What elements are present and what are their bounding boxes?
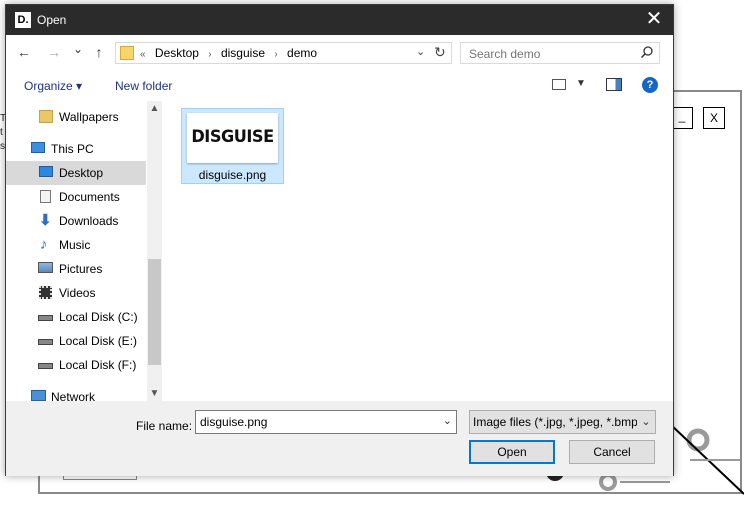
close-button[interactable]: ✕ xyxy=(643,8,665,30)
sidebar-item-local-disk-c[interactable]: Local Disk (C:) xyxy=(6,305,146,329)
search-icon[interactable] xyxy=(640,46,653,61)
folder-icon xyxy=(39,110,53,123)
chevron-right-icon[interactable]: › xyxy=(208,49,211,60)
sidebar-item-desktop[interactable]: Desktop xyxy=(6,161,146,185)
address-bar[interactable]: « Desktop › disguise › demo ⌄ ↻ xyxy=(115,42,452,64)
file-item[interactable]: DISGUISE disguise.png xyxy=(181,108,284,184)
sidebar-item-label: Local Disk (F:) xyxy=(59,358,137,372)
disguise-logo: DISGUISE xyxy=(191,127,274,147)
file-thumbnail: DISGUISE xyxy=(187,113,278,163)
dialog-footer: File name: ⌄ Image files (*.jpg, *.jpeg,… xyxy=(6,401,673,476)
open-file-dialog: D. Open ✕ ← → ⌄ ↑ « Desktop › disguise ›… xyxy=(5,4,674,476)
search-input[interactable] xyxy=(467,46,641,62)
help-icon[interactable]: ? xyxy=(642,77,658,93)
sidebar-item-label: Network xyxy=(51,390,96,401)
breadcrumb-disguise[interactable]: disguise xyxy=(221,46,265,60)
downloads-icon: ⬇ xyxy=(39,212,52,229)
chevron-right-icon[interactable]: › xyxy=(274,49,277,60)
command-toolbar: Organize ▾ New folder ▼ ? xyxy=(6,71,673,101)
sidebar-item-wallpapers[interactable]: Wallpapers xyxy=(6,105,146,129)
sidebar-item-music[interactable]: ♪ Music xyxy=(6,233,146,257)
sidebar-item-videos[interactable]: Videos xyxy=(6,281,146,305)
drive-icon xyxy=(38,315,53,321)
sidebar-item-network[interactable]: Network xyxy=(6,385,146,401)
breadcrumb-desktop[interactable]: Desktop xyxy=(155,46,199,60)
search-box[interactable] xyxy=(460,42,660,64)
drive-icon xyxy=(38,363,53,369)
sidebar-item-label: Pictures xyxy=(59,262,103,276)
preview-pane-icon[interactable] xyxy=(606,78,622,91)
file-name-input[interactable] xyxy=(200,415,430,429)
navigation-pane: Wallpapers This PC Desktop Documents ⬇ D… xyxy=(6,101,162,401)
open-button[interactable]: Open xyxy=(469,440,555,464)
file-name-label: File name: xyxy=(136,419,193,433)
sidebar-item-documents[interactable]: Documents xyxy=(6,185,146,209)
file-type-filter-text: Image files (*.jpg, *.jpeg, *.bmp xyxy=(473,415,638,429)
organize-menu[interactable]: Organize ▾ xyxy=(24,79,82,93)
sidebar-item-label: This PC xyxy=(51,142,94,156)
file-list-pane: DISGUISE disguise.png xyxy=(164,101,673,401)
breadcrumb: « Desktop › disguise › demo xyxy=(140,46,323,60)
scroll-thumb[interactable] xyxy=(148,259,161,365)
up-button[interactable]: ↑ xyxy=(91,44,107,60)
computer-icon xyxy=(31,142,45,153)
drive-icon xyxy=(38,339,53,345)
chevron-down-icon[interactable]: ⌄ xyxy=(637,411,655,433)
scroll-up-icon[interactable]: ▲ xyxy=(147,103,162,114)
view-options-icon[interactable] xyxy=(552,79,566,90)
navigation-scrollbar[interactable]: ▲ ▼ xyxy=(147,101,162,401)
file-name-label: disguise.png xyxy=(198,168,267,182)
background-minimize-button[interactable]: _ xyxy=(671,107,693,129)
sidebar-item-label: Desktop xyxy=(59,166,104,180)
network-icon xyxy=(31,390,46,401)
sidebar-item-label: Music xyxy=(59,238,91,252)
chevron-down-icon[interactable]: ⌄ xyxy=(443,414,452,427)
videos-icon xyxy=(39,286,52,299)
sidebar-item-downloads[interactable]: ⬇ Downloads xyxy=(6,209,146,233)
music-icon: ♪ xyxy=(40,236,48,253)
sidebar-item-label: Documents xyxy=(59,190,120,204)
navigation-bar: ← → ⌄ ↑ « Desktop › disguise › demo ⌄ ↻ xyxy=(6,35,673,71)
sidebar-item-label: Local Disk (E:) xyxy=(59,334,138,348)
address-dropdown-icon[interactable]: ⌄ xyxy=(416,45,425,58)
sidebar-item-pictures[interactable]: Pictures xyxy=(6,257,146,281)
breadcrumb-overflow[interactable]: « xyxy=(140,49,146,60)
sidebar-item-label: Wallpapers xyxy=(59,110,119,124)
folder-icon xyxy=(120,46,134,60)
documents-icon xyxy=(40,190,51,203)
cancel-button[interactable]: Cancel xyxy=(569,440,655,464)
scroll-down-icon[interactable]: ▼ xyxy=(147,388,162,399)
desktop-icon xyxy=(39,166,53,177)
sidebar-item-local-disk-e[interactable]: Local Disk (E:) xyxy=(6,329,146,353)
app-logo-icon: D. xyxy=(15,12,31,28)
breadcrumb-demo[interactable]: demo xyxy=(287,46,317,60)
title-bar[interactable]: D. Open ✕ xyxy=(6,5,673,35)
sidebar-item-label: Local Disk (C:) xyxy=(59,310,138,324)
dialog-title: Open xyxy=(37,13,67,27)
view-dropdown-icon[interactable]: ▼ xyxy=(576,78,586,89)
file-type-filter[interactable]: Image files (*.jpg, *.jpeg, *.bmp ⌄ xyxy=(469,410,656,434)
refresh-icon[interactable]: ↻ xyxy=(434,44,446,61)
sidebar-item-label: Videos xyxy=(59,286,96,300)
sidebar-item-this-pc[interactable]: This PC xyxy=(6,137,146,161)
new-folder-button[interactable]: New folder xyxy=(115,79,172,93)
recent-locations-button[interactable]: ⌄ xyxy=(70,42,86,56)
pictures-icon xyxy=(38,262,53,273)
sidebar-item-label: Downloads xyxy=(59,214,119,228)
background-close-button[interactable]: X xyxy=(703,107,725,129)
sidebar-item-local-disk-f[interactable]: Local Disk (F:) xyxy=(6,353,146,377)
forward-button[interactable]: → xyxy=(46,44,62,60)
file-name-combobox[interactable]: ⌄ xyxy=(195,410,457,434)
back-button[interactable]: ← xyxy=(16,44,32,60)
